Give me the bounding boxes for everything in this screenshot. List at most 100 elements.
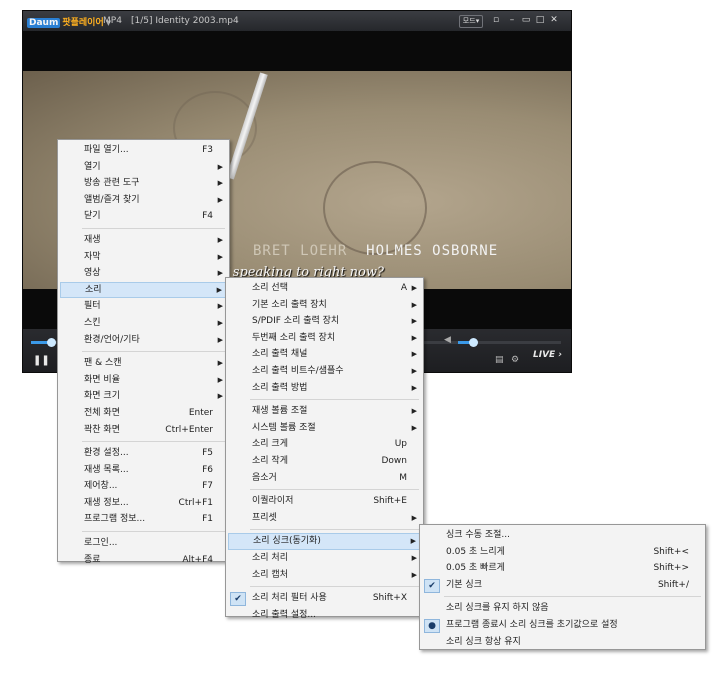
menu-item-shortcut: F1 — [202, 514, 213, 525]
app-logo[interactable]: Daum 팟플레이어 ▼ — [27, 15, 111, 28]
context-menu-item[interactable]: 화면 크기 ▶ — [58, 388, 229, 405]
sync-menu-item[interactable]: 소리 싱크를 유지 하지 않음 — [420, 600, 705, 617]
menu-item-label: 재생 — [84, 234, 101, 245]
menu-item-label: 이퀄라이저 — [252, 496, 294, 507]
menu-item-label: 제어창... — [84, 481, 118, 492]
mini-mode-icon[interactable]: ▭ — [521, 14, 531, 26]
context-menu-item[interactable]: 환경 설정... F5 — [58, 445, 229, 462]
context-menu-item[interactable]: 팬 & 스캔 ▶ — [58, 355, 229, 372]
menu-item-label: 앨범/즐겨 찾기 — [84, 194, 140, 205]
context-menu-item[interactable]: 필터 ▶ — [58, 298, 229, 315]
context-menu-item[interactable]: 영상 ▶ — [58, 265, 229, 282]
sound-menu-item[interactable]: 소리 선택 A ▶ — [226, 280, 423, 297]
submenu-arrow-icon: ▶ — [411, 423, 417, 432]
context-menu-item[interactable]: 환경/언어/기타 ▶ — [58, 332, 229, 349]
menu-item-label: 프리셋 — [252, 512, 277, 523]
menu-item-label: 0.05 초 빠르게 — [446, 563, 505, 574]
minimize-icon[interactable]: – — [507, 14, 517, 26]
seek-handle[interactable] — [47, 338, 56, 347]
menu-item-shortcut: Shift+X — [372, 593, 407, 604]
mode-button[interactable]: 모드▾ — [459, 15, 483, 28]
submenu-arrow-icon: ▶ — [217, 269, 223, 278]
title-bar[interactable]: Daum 팟플레이어 ▼ MP4 [1/5] Identity 2003.mp4 모… — [23, 11, 571, 31]
context-menu-item[interactable]: 파일 열기... F3 — [58, 142, 229, 159]
context-menu-item[interactable]: 소리 ▶ — [60, 281, 227, 299]
context-menu-item[interactable]: 앨범/즐겨 찾기 ▶ — [58, 192, 229, 209]
sound-menu-item[interactable]: 소리 처리 ▶ — [226, 550, 423, 567]
menu-item-shortcut: Down — [381, 455, 407, 466]
menu-item-label: 닫기 — [84, 211, 101, 222]
menu-item-label: 열기 — [84, 161, 101, 172]
menu-item-shortcut: Ctrl+F1 — [178, 497, 213, 508]
menu-separator — [444, 596, 701, 598]
menu-separator — [82, 531, 225, 533]
sync-menu-item[interactable]: 소리 싱크 항상 유지 — [420, 634, 705, 651]
menu-separator — [82, 441, 225, 443]
sound-menu-item[interactable]: 재생 볼륨 조절 ▶ — [226, 403, 423, 420]
submenu-arrow-icon: ▶ — [217, 318, 223, 327]
sound-menu-item[interactable]: 소리 작게 Down — [226, 453, 423, 470]
playlist-icon[interactable]: ▤ — [495, 355, 504, 365]
sound-menu-item[interactable]: 프리셋 ▶ — [226, 510, 423, 527]
gear-icon[interactable]: ⚙ — [511, 355, 519, 365]
menu-separator — [250, 489, 419, 491]
menu-item-label: 소리 싱크를 유지 하지 않음 — [446, 603, 549, 614]
context-menu-item[interactable]: 전체 화면 Enter — [58, 405, 229, 422]
submenu-arrow-icon: ▶ — [411, 407, 417, 416]
sound-menu-item[interactable]: 소리 출력 방법 ▶ — [226, 380, 423, 397]
submenu-arrow-icon: ▶ — [217, 235, 223, 244]
context-menu-item[interactable]: 재생 정보... Ctrl+F1 — [58, 495, 229, 512]
speaker-icon[interactable]: ◀ — [444, 335, 451, 345]
context-menu-item[interactable]: 종료 Alt+F4 — [58, 552, 229, 569]
volume-handle[interactable] — [469, 338, 478, 347]
context-menu-item[interactable]: 로그인... — [58, 535, 229, 552]
menu-item-shortcut: Up — [394, 439, 407, 450]
sound-menu-item[interactable]: 소리 출력 설정... — [226, 607, 423, 624]
context-menu-item[interactable]: 방송 관련 도구 ▶ — [58, 175, 229, 192]
menu-item-label: 프로그램 종료시 소리 싱크를 초기값으로 설정 — [446, 619, 618, 630]
context-menu-item[interactable]: 자막 ▶ — [58, 249, 229, 266]
context-menu-item[interactable]: 화면 비율 ▶ — [58, 372, 229, 389]
menu-separator — [250, 399, 419, 401]
context-menu-item[interactable]: 재생 ▶ — [58, 232, 229, 249]
menu-item-shortcut: M — [399, 472, 407, 483]
sync-menu-item[interactable]: ● 프로그램 종료시 소리 싱크를 초기값으로 설정 — [420, 617, 705, 634]
maximize-icon[interactable]: □ — [535, 14, 545, 26]
sound-menu-item[interactable]: ✔ 소리 처리 필터 사용 Shift+X — [226, 590, 423, 607]
volume-slider[interactable] — [458, 338, 502, 347]
sound-menu-item[interactable]: 음소거 M — [226, 470, 423, 487]
sound-menu-item[interactable]: S/PDIF 소리 출력 장치 ▶ — [226, 313, 423, 330]
pause-icon[interactable]: ❚❚ — [33, 355, 50, 366]
context-menu-item[interactable]: 열기 ▶ — [58, 159, 229, 176]
menu-item-label: 0.05 초 느리게 — [446, 546, 505, 557]
sync-menu-item[interactable]: 0.05 초 느리게 Shift+< — [420, 544, 705, 561]
sync-menu-item[interactable]: ✔ 기본 싱크 Shift+/ — [420, 577, 705, 594]
menu-item-label: 기본 싱크 — [446, 579, 482, 590]
sound-menu-item[interactable]: 기본 소리 출력 장치 ▶ — [226, 297, 423, 314]
sound-sync-submenu: 싱크 수동 조절... 0.05 초 느리게 Shift+< 0.05 초 빠르게 Sh… — [419, 524, 706, 650]
sound-menu-item[interactable]: 소리 출력 채널 ▶ — [226, 346, 423, 363]
close-icon[interactable]: ✕ — [549, 14, 559, 26]
sound-menu-item[interactable]: 시스템 볼륨 조절 ▶ — [226, 420, 423, 437]
menu-item-label: 음소거 — [252, 472, 277, 483]
context-menu-item[interactable]: 닫기 F4 — [58, 208, 229, 225]
context-menu-item[interactable]: 제어창... F7 — [58, 478, 229, 495]
submenu-arrow-icon: ▶ — [217, 162, 223, 171]
context-menu-item[interactable]: 꽉찬 화면 Ctrl+Enter — [58, 422, 229, 439]
context-menu-item[interactable]: 프로그램 정보... F1 — [58, 511, 229, 528]
sync-menu-item[interactable]: 0.05 초 빠르게 Shift+> — [420, 560, 705, 577]
menu-item-label: 환경 설정... — [84, 448, 129, 459]
sound-menu-item[interactable]: 두번째 소리 출력 장치 ▶ — [226, 330, 423, 347]
sound-menu-item[interactable]: 소리 싱크(동기화) ▶ — [228, 533, 421, 550]
sound-menu-item[interactable]: 이퀄라이저 Shift+E — [226, 493, 423, 510]
context-menu-item[interactable]: 스킨 ▶ — [58, 315, 229, 332]
live-button[interactable]: LIVE › — [533, 350, 562, 360]
menu-item-shortcut: F7 — [202, 481, 213, 492]
sound-menu-item[interactable]: 소리 출력 비트수/샘플수 ▶ — [226, 363, 423, 380]
sound-menu-item[interactable]: 소리 캡처 ▶ — [226, 567, 423, 584]
context-menu-item[interactable]: 재생 목록... F6 — [58, 462, 229, 479]
always-on-top-icon[interactable]: ▫ — [491, 14, 501, 26]
sound-menu-item[interactable]: 소리 크게 Up — [226, 436, 423, 453]
sync-menu-item[interactable]: 싱크 수동 조절... — [420, 527, 705, 544]
menu-separator — [250, 586, 419, 588]
